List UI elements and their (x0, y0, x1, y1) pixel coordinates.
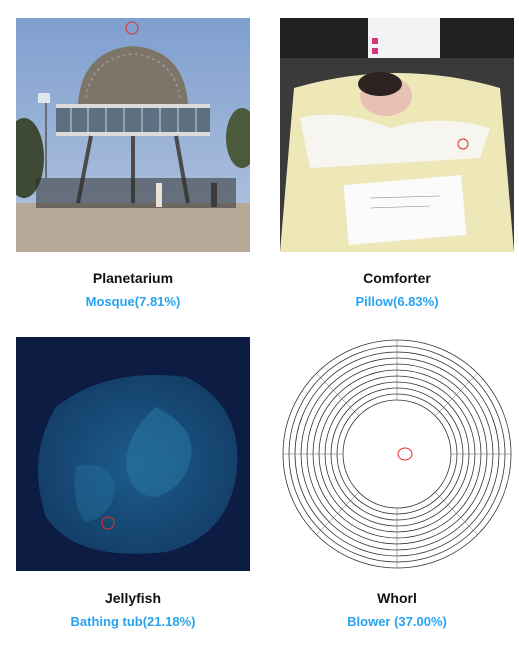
panel-label: Comforter (363, 270, 431, 286)
panel-prediction: Blower (37.00%) (347, 614, 447, 629)
panel-prediction: Bathing tub(21.18%) (70, 614, 196, 629)
panel-label: Planetarium (92, 270, 174, 286)
panel-prediction: Pillow(6.83%) (355, 294, 439, 309)
comforter-image (280, 18, 514, 252)
panel-label: Jellyfish (104, 590, 162, 606)
panel-label: Whorl (377, 590, 417, 606)
whorl-image (280, 337, 514, 571)
jellyfish-image (16, 337, 250, 571)
planetarium-image (16, 18, 250, 252)
panel-prediction: Mosque(7.81%) (85, 294, 181, 309)
